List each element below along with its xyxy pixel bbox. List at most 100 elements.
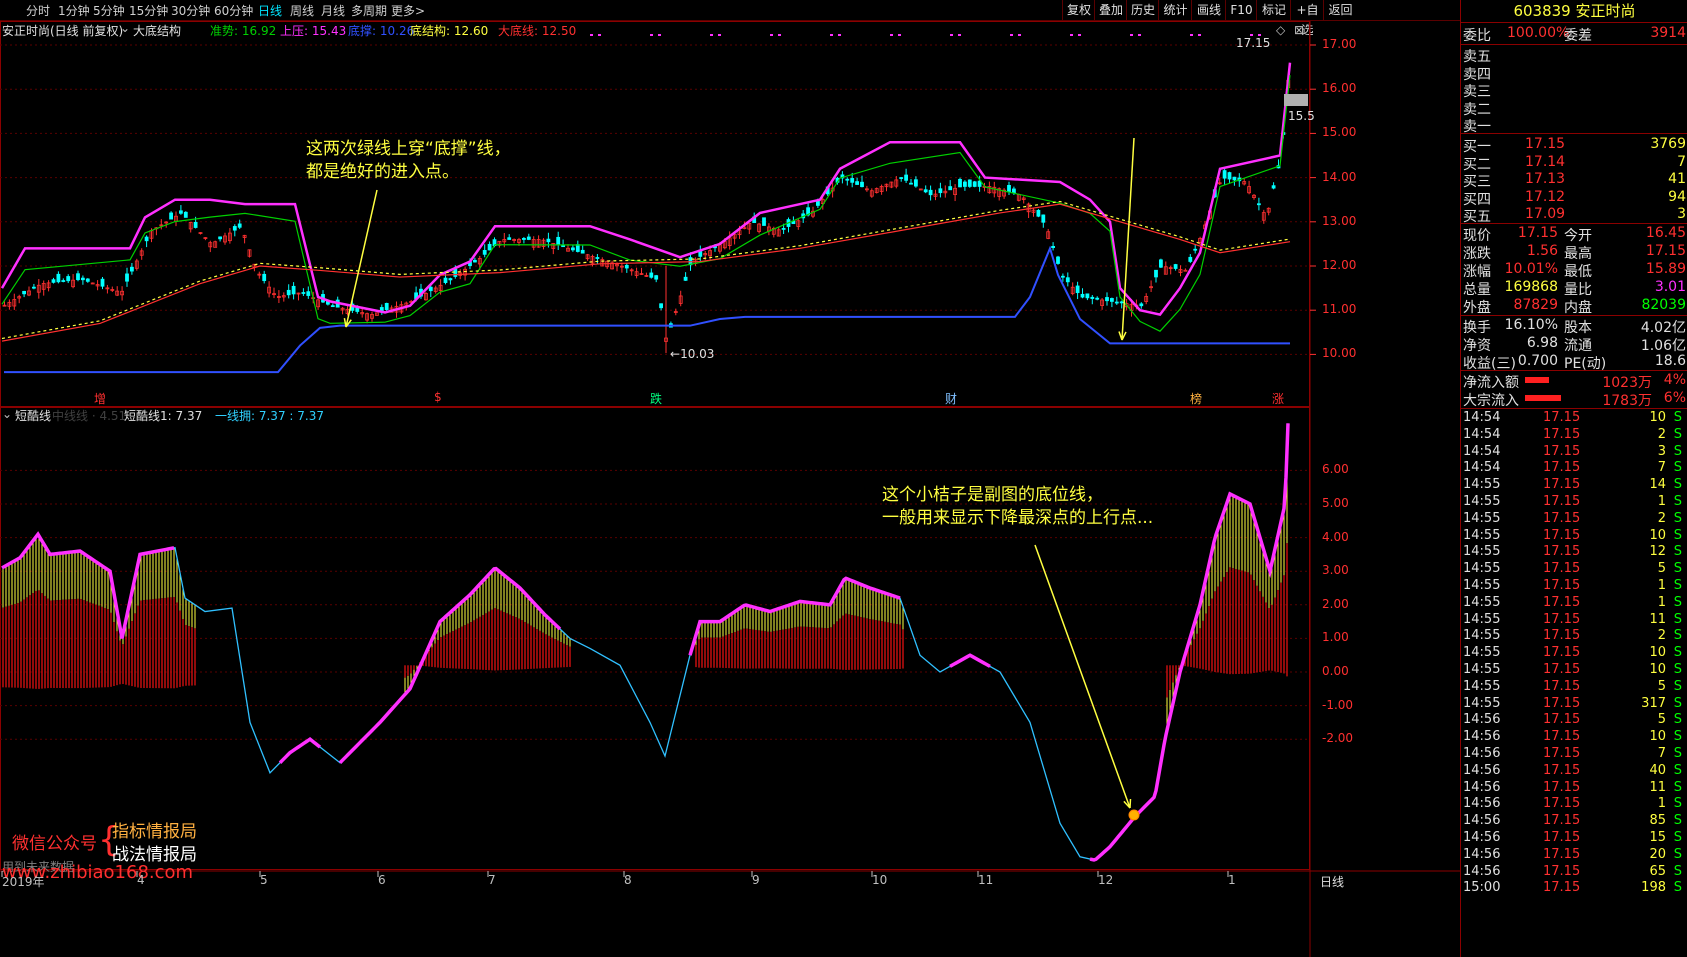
candle-body bbox=[683, 276, 688, 281]
period-tab-3[interactable]: 15分钟 bbox=[129, 2, 168, 19]
candle-body bbox=[129, 266, 134, 272]
chart-settings-icon[interactable]: ◇ bbox=[1276, 23, 1285, 37]
trade-tick-row: 14:56 17.15 1 S bbox=[1463, 796, 1682, 812]
candle-body bbox=[546, 238, 551, 243]
candle-body bbox=[1065, 277, 1070, 283]
main-chart-title: 安正时尚(日线 前复权) bbox=[2, 24, 124, 38]
candle-body bbox=[899, 177, 904, 179]
trade-tick-row: 14:55 17.15 14 S bbox=[1463, 477, 1682, 493]
candles bbox=[2, 76, 1291, 345]
period-tab-7[interactable]: 周线 bbox=[290, 2, 314, 19]
trade-tick-row: 14:56 17.15 5 S bbox=[1463, 712, 1682, 728]
period-tab-6[interactable]: 日线 bbox=[258, 2, 282, 19]
signal-marker-3: 财 bbox=[945, 392, 958, 406]
sub-indicator-dropdown-icon[interactable]: ⌄ bbox=[2, 407, 12, 421]
period-tab-10[interactable]: 更多> bbox=[391, 2, 425, 19]
top-dot bbox=[890, 34, 893, 36]
candle-body bbox=[845, 178, 850, 181]
trade-tick-row: 14:54 17.15 3 S bbox=[1463, 443, 1682, 459]
bottom-marker-icon bbox=[1128, 809, 1140, 821]
candle-body bbox=[967, 179, 972, 187]
period-tab-2[interactable]: 5分钟 bbox=[93, 2, 125, 19]
toolbar-button-5[interactable]: F10 bbox=[1225, 0, 1257, 20]
trade-tick-row: 14:56 17.15 7 S bbox=[1463, 746, 1682, 761]
trade-tick-row: 14:55 17.15 1 S bbox=[1463, 594, 1682, 610]
chart-close-icon[interactable]: ⊠ bbox=[1294, 23, 1304, 37]
x-tick-4: 7 bbox=[488, 873, 496, 887]
quote-row-1: 涨跌 1.56 最高 17.15 bbox=[1463, 243, 1686, 262]
ask-row-3[interactable]: 卖二 bbox=[1461, 98, 1687, 118]
candle-body bbox=[1232, 176, 1237, 181]
trade-tick-row: 14:55 17.15 12 S bbox=[1463, 544, 1682, 560]
top-dot bbox=[950, 34, 953, 36]
sub-faded-label: 中线线 · 4.51 bbox=[52, 409, 127, 423]
candle-body bbox=[330, 305, 335, 308]
trade-tick-row: 14:56 17.15 15 S bbox=[1463, 830, 1682, 845]
top-dot bbox=[898, 34, 901, 36]
wechat-label: 微信公众号 bbox=[12, 834, 97, 854]
flow-row-0: 净流入额 1023万 4% bbox=[1463, 372, 1686, 391]
signal-marker-4: 榜 bbox=[1190, 392, 1203, 406]
price-tick: 11.00 bbox=[1322, 302, 1357, 317]
candle-body bbox=[22, 290, 27, 295]
bid-row-0[interactable]: 买一 17.15 3769 bbox=[1461, 135, 1687, 155]
candle-body bbox=[169, 212, 174, 220]
bid-row-1[interactable]: 买二 17.14 7 bbox=[1461, 153, 1687, 173]
candle-body bbox=[193, 221, 198, 228]
indicator-dropdown-icon[interactable]: ⌄ bbox=[120, 21, 130, 35]
candle-body bbox=[1227, 172, 1232, 180]
toolbar-button-8[interactable]: 返回 bbox=[1323, 0, 1357, 20]
x-tick-9: 12 bbox=[1098, 873, 1114, 887]
sub-tick: -1.00 bbox=[1322, 697, 1354, 712]
legend-item-4: 大底线: 12.50 bbox=[498, 24, 577, 38]
top-dot bbox=[1190, 34, 1193, 36]
candle-body bbox=[482, 250, 487, 255]
candle-body bbox=[1075, 285, 1080, 294]
bid-row-2[interactable]: 买三 17.13 41 bbox=[1461, 170, 1687, 190]
candle-body bbox=[1090, 296, 1095, 299]
top-dot bbox=[1070, 34, 1073, 36]
sub-chart-title[interactable]: 短酷线 bbox=[15, 407, 51, 424]
top-dot bbox=[1018, 34, 1021, 36]
x-tick-5: 8 bbox=[624, 873, 632, 887]
period-tab-1[interactable]: 1分钟 bbox=[58, 2, 90, 19]
period-tab-5[interactable]: 60分钟 bbox=[214, 2, 253, 19]
top-dot bbox=[830, 34, 833, 36]
legend-item-1: 上压: 15.43 bbox=[280, 24, 347, 38]
sub-magenta-line bbox=[949, 653, 991, 668]
x-tick-3: 6 bbox=[378, 873, 386, 887]
toolbar-button-2[interactable]: 历史 bbox=[1126, 0, 1159, 20]
period-tab-0[interactable]: 分时 bbox=[26, 2, 50, 19]
trade-tick-row: 14:56 17.15 11 S bbox=[1463, 779, 1682, 795]
kline-chart[interactable] bbox=[0, 21, 1460, 957]
sub-tick: 2.00 bbox=[1322, 596, 1349, 611]
sub-legend-1: 短酷线1: 7.37 bbox=[124, 409, 203, 423]
candle-body bbox=[963, 181, 967, 187]
ask-row-4[interactable]: 卖一 bbox=[1461, 115, 1687, 135]
top-dot bbox=[778, 34, 781, 36]
trade-tick-row: 14:55 17.15 11 S bbox=[1463, 611, 1682, 627]
toolbar-button-3[interactable]: 统计 bbox=[1158, 0, 1192, 20]
candle-body bbox=[507, 237, 512, 240]
candle-body bbox=[487, 243, 492, 251]
ask-row-2[interactable]: 卖三 bbox=[1461, 80, 1687, 100]
period-tab-4[interactable]: 30分钟 bbox=[171, 2, 210, 19]
period-tab-9[interactable]: 多周期 bbox=[351, 2, 387, 19]
ask-row-1[interactable]: 卖四 bbox=[1461, 63, 1687, 83]
toolbar-button-6[interactable]: 标记 bbox=[1256, 0, 1291, 20]
toolbar-button-7[interactable]: +自选 bbox=[1290, 0, 1324, 37]
price-tick: 10.00 bbox=[1322, 346, 1357, 361]
top-dot bbox=[658, 34, 661, 36]
bid-row-4[interactable]: 买五 17.09 3 bbox=[1461, 205, 1687, 225]
toolbar-button-0[interactable]: 复权 bbox=[1062, 0, 1095, 20]
toolbar-button-4[interactable]: 画线 bbox=[1191, 0, 1226, 20]
candle-body bbox=[262, 273, 267, 282]
main-indicator-name[interactable]: 大底结构 bbox=[133, 22, 181, 39]
candle-body bbox=[301, 292, 306, 294]
period-tab-8[interactable]: 月线 bbox=[321, 2, 345, 19]
candle-body bbox=[232, 226, 237, 231]
candle-body bbox=[1105, 297, 1109, 302]
toolbar-button-1[interactable]: 叠加 bbox=[1094, 0, 1127, 20]
ask-row-0[interactable]: 卖五 bbox=[1461, 45, 1687, 65]
bid-row-3[interactable]: 买四 17.12 94 bbox=[1461, 188, 1687, 208]
